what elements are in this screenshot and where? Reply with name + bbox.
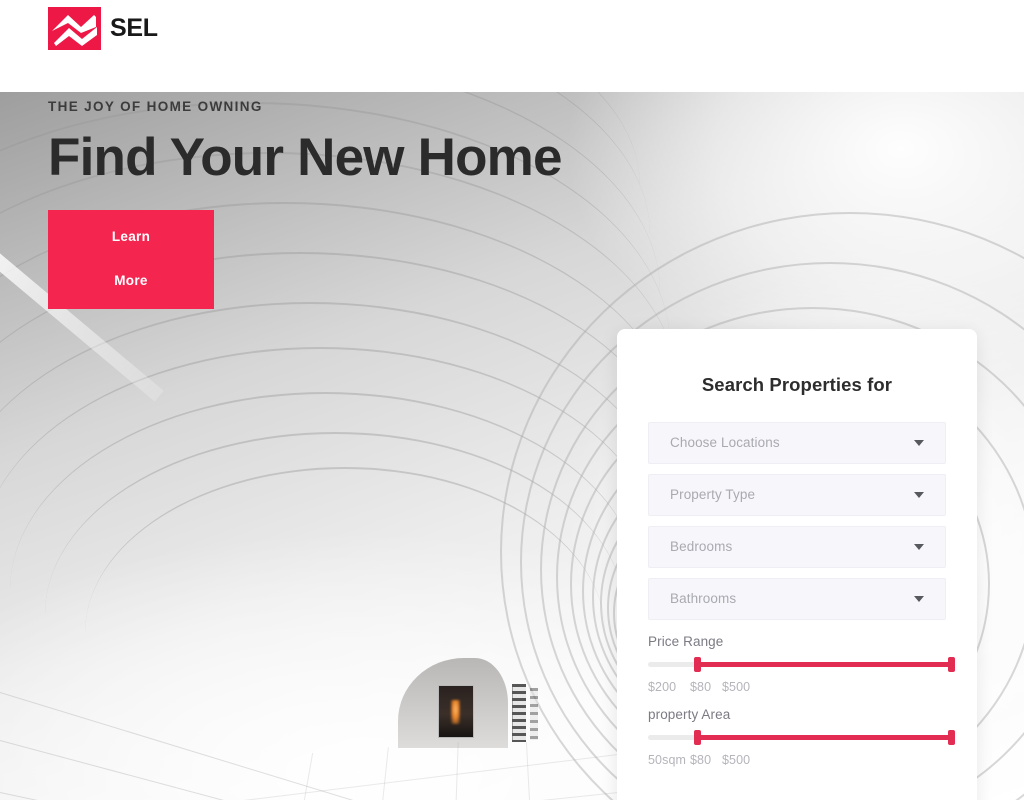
hero-section: THE JOY OF HOME OWNING Find Your New Hom… <box>0 92 1024 800</box>
brand-logo-link[interactable]: SEL <box>48 7 158 50</box>
chevron-down-icon <box>914 440 924 446</box>
corridor-doorway <box>438 685 474 738</box>
property-area-fill <box>696 734 952 740</box>
bedrooms-placeholder: Bedrooms <box>670 539 733 555</box>
property-area-values: 50sqm $80 $500 <box>648 752 946 767</box>
price-range-handle-max[interactable] <box>948 656 955 672</box>
hero-eyebrow: THE JOY OF HOME OWNING <box>48 99 263 114</box>
search-input-bathrooms[interactable]: Bathrooms <box>648 578 946 620</box>
search-filters: Choose Locations Property Type Bedrooms … <box>648 422 955 767</box>
corridor-shelf <box>512 684 526 742</box>
property-area-min: 50sqm <box>648 752 687 767</box>
chevron-down-icon <box>914 596 924 602</box>
corridor-shelf-2 <box>530 688 538 740</box>
learn-more-line-1: Learn <box>111 229 151 244</box>
property-area-max: $500 <box>722 752 751 767</box>
hero-copy: THE JOY OF HOME OWNING Find Your New Hom… <box>48 100 562 187</box>
property-area-handle-max[interactable] <box>948 729 955 745</box>
price-range-max: $500 <box>722 679 751 694</box>
price-range-slider[interactable] <box>648 656 955 672</box>
locations-placeholder: Choose Locations <box>670 435 780 451</box>
price-range-values: $200 $80 $500 <box>648 679 946 694</box>
chevron-down-icon <box>914 492 924 498</box>
chevron-down-icon <box>914 544 924 550</box>
property-area-handle-min[interactable] <box>693 729 701 745</box>
search-panel-title: Search Properties for <box>701 374 893 395</box>
price-range-min: $200 <box>648 679 677 694</box>
price-range-fill <box>696 661 952 667</box>
price-range-filter: Price Range $200 $80 $500 <box>648 634 955 694</box>
property-area-label: property Area <box>648 707 731 722</box>
property-type-placeholder: Property Type <box>670 487 756 503</box>
site-header: SEL <box>0 0 1024 92</box>
price-range-mid: $80 <box>690 679 712 694</box>
price-range-handle-min[interactable] <box>693 656 701 672</box>
property-area-slider[interactable] <box>648 729 955 745</box>
property-area-filter: property Area 50sqm $80 $500 <box>648 707 955 767</box>
property-area-mid: $80 <box>690 752 712 767</box>
roof-mountain-logo-icon <box>48 7 101 50</box>
bathrooms-placeholder: Bathrooms <box>670 591 737 607</box>
search-input-bedrooms[interactable]: Bedrooms <box>648 526 946 568</box>
learn-more-line-2: More <box>114 272 148 288</box>
learn-more-button[interactable]: Learn More <box>48 210 214 309</box>
brand-name: SEL <box>110 14 158 42</box>
page-title: Find Your New Home <box>48 127 562 187</box>
search-properties-panel: Search Properties for Choose Locations P… <box>617 329 977 800</box>
search-input-property-type[interactable]: Property Type <box>648 474 946 516</box>
page-root: SEL THE JOY OF HOME OWNING Find Your New… <box>0 0 1024 800</box>
price-range-label: Price Range <box>648 634 724 649</box>
search-input-locations[interactable]: Choose Locations <box>648 422 946 464</box>
